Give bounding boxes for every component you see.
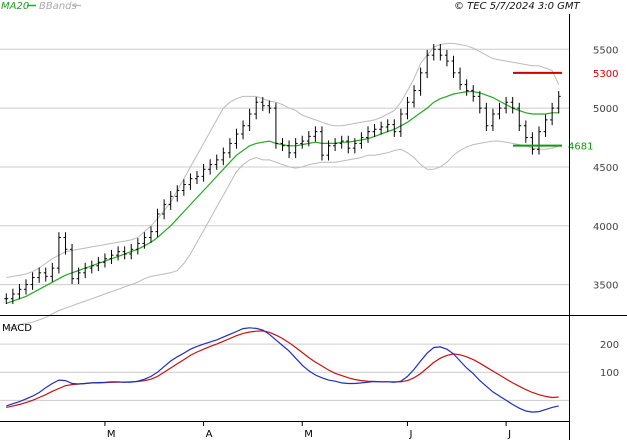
price-y-tick-label: 4500 xyxy=(593,163,618,174)
price-y-tick-label: 4000 xyxy=(593,222,618,233)
chart-header: MA20 BBands © TEC 5/7/2024 3:0 GMT xyxy=(1,1,581,12)
chart-axes: 3500 4000 4500 5000 5500 100 200 5300 4681 MACD M A… xyxy=(0,14,627,440)
macd-signal-line xyxy=(6,330,559,408)
price-plot xyxy=(4,42,562,330)
macd-panel-label: MACD xyxy=(2,323,32,334)
x-tick-label: M xyxy=(107,429,116,440)
support-level-label: 4681 xyxy=(568,142,593,153)
macd-y-tick-label: 100 xyxy=(600,368,619,379)
x-tick-label: J xyxy=(408,429,412,440)
price-y-tick-label: 5500 xyxy=(593,45,618,56)
macd-grid xyxy=(0,343,569,401)
price-y-tick-label: 5000 xyxy=(593,104,618,115)
x-tick-label: M xyxy=(304,429,313,440)
macd-y-tick-label: 200 xyxy=(600,340,619,351)
ma20-line xyxy=(6,91,559,304)
macd-line xyxy=(6,327,559,413)
x-tick-label: A xyxy=(206,429,213,440)
price-y-tick-label: 3500 xyxy=(593,281,618,292)
x-tick-label: J xyxy=(507,429,511,440)
bbands-upper-line xyxy=(6,42,560,278)
resistance-level-label: 5300 xyxy=(593,69,618,80)
macd-plot xyxy=(6,327,559,413)
price-grid xyxy=(0,48,569,286)
copyright-timestamp: © TEC 5/7/2024 3:0 GMT xyxy=(454,1,581,12)
legend-ma20: MA20 xyxy=(1,1,29,12)
bbands-lower-line xyxy=(6,140,559,330)
stock-chart: MA20 BBands © TEC 5/7/2024 3:0 GMT 3500 4… xyxy=(0,1,627,440)
legend-bbands: BBands xyxy=(39,1,77,12)
